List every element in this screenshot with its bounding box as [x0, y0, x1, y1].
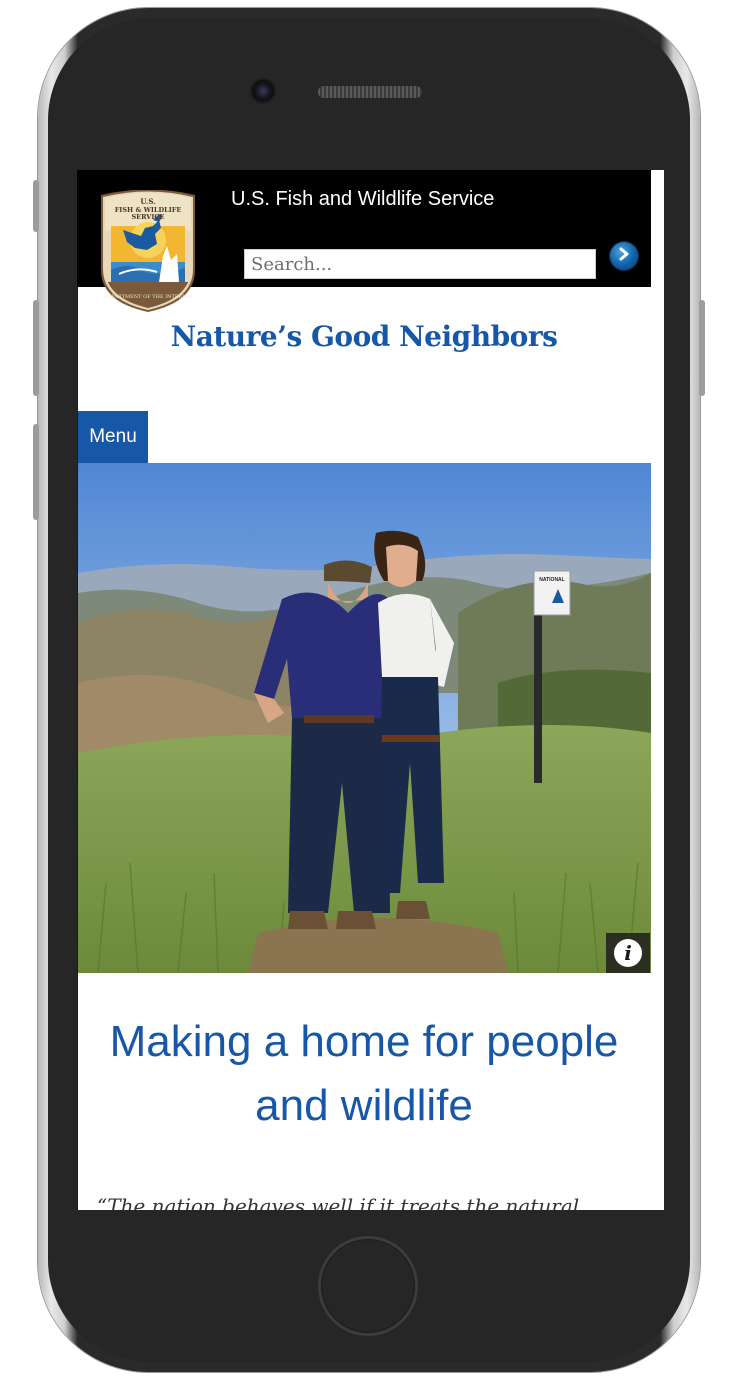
phone-screen: U.S. Fish and Wildlife Service Search...…: [77, 170, 664, 1210]
svg-text:DEPARTMENT OF THE INTERIOR: DEPARTMENT OF THE INTERIOR: [104, 294, 193, 300]
volume-up-button: [33, 300, 39, 396]
search-button[interactable]: [610, 242, 638, 270]
home-button[interactable]: [318, 1236, 418, 1336]
site-title[interactable]: U.S. Fish and Wildlife Service: [231, 188, 494, 211]
hero-photo: NATIONAL: [78, 463, 651, 973]
front-camera: [252, 80, 274, 102]
menu-button[interactable]: Menu: [78, 411, 148, 463]
refuge-sign-text: NATIONAL: [539, 577, 564, 583]
info-icon: i: [614, 939, 642, 967]
earpiece-speaker: [318, 86, 422, 98]
screen-right-gutter: [651, 170, 664, 1210]
mute-switch: [33, 180, 39, 232]
usfws-logo[interactable]: U.S. FISH & WILDLIFE SERVICE DEPARTMENT …: [97, 189, 199, 312]
svg-text:U.S.: U.S.: [140, 197, 155, 206]
site-tagline: Nature’s Good Neighbors: [170, 320, 558, 353]
article-quote: “The nation behaves well if it treats th…: [97, 1194, 580, 1210]
search-input[interactable]: [244, 249, 596, 279]
power-button: [699, 300, 705, 396]
photo-info-button[interactable]: i: [606, 933, 650, 973]
chevron-right-icon: [617, 247, 631, 266]
svg-text:SERVICE: SERVICE: [131, 213, 164, 221]
volume-down-button: [33, 424, 39, 520]
article-headline: Making a home for people and wildlife: [109, 1017, 619, 1130]
